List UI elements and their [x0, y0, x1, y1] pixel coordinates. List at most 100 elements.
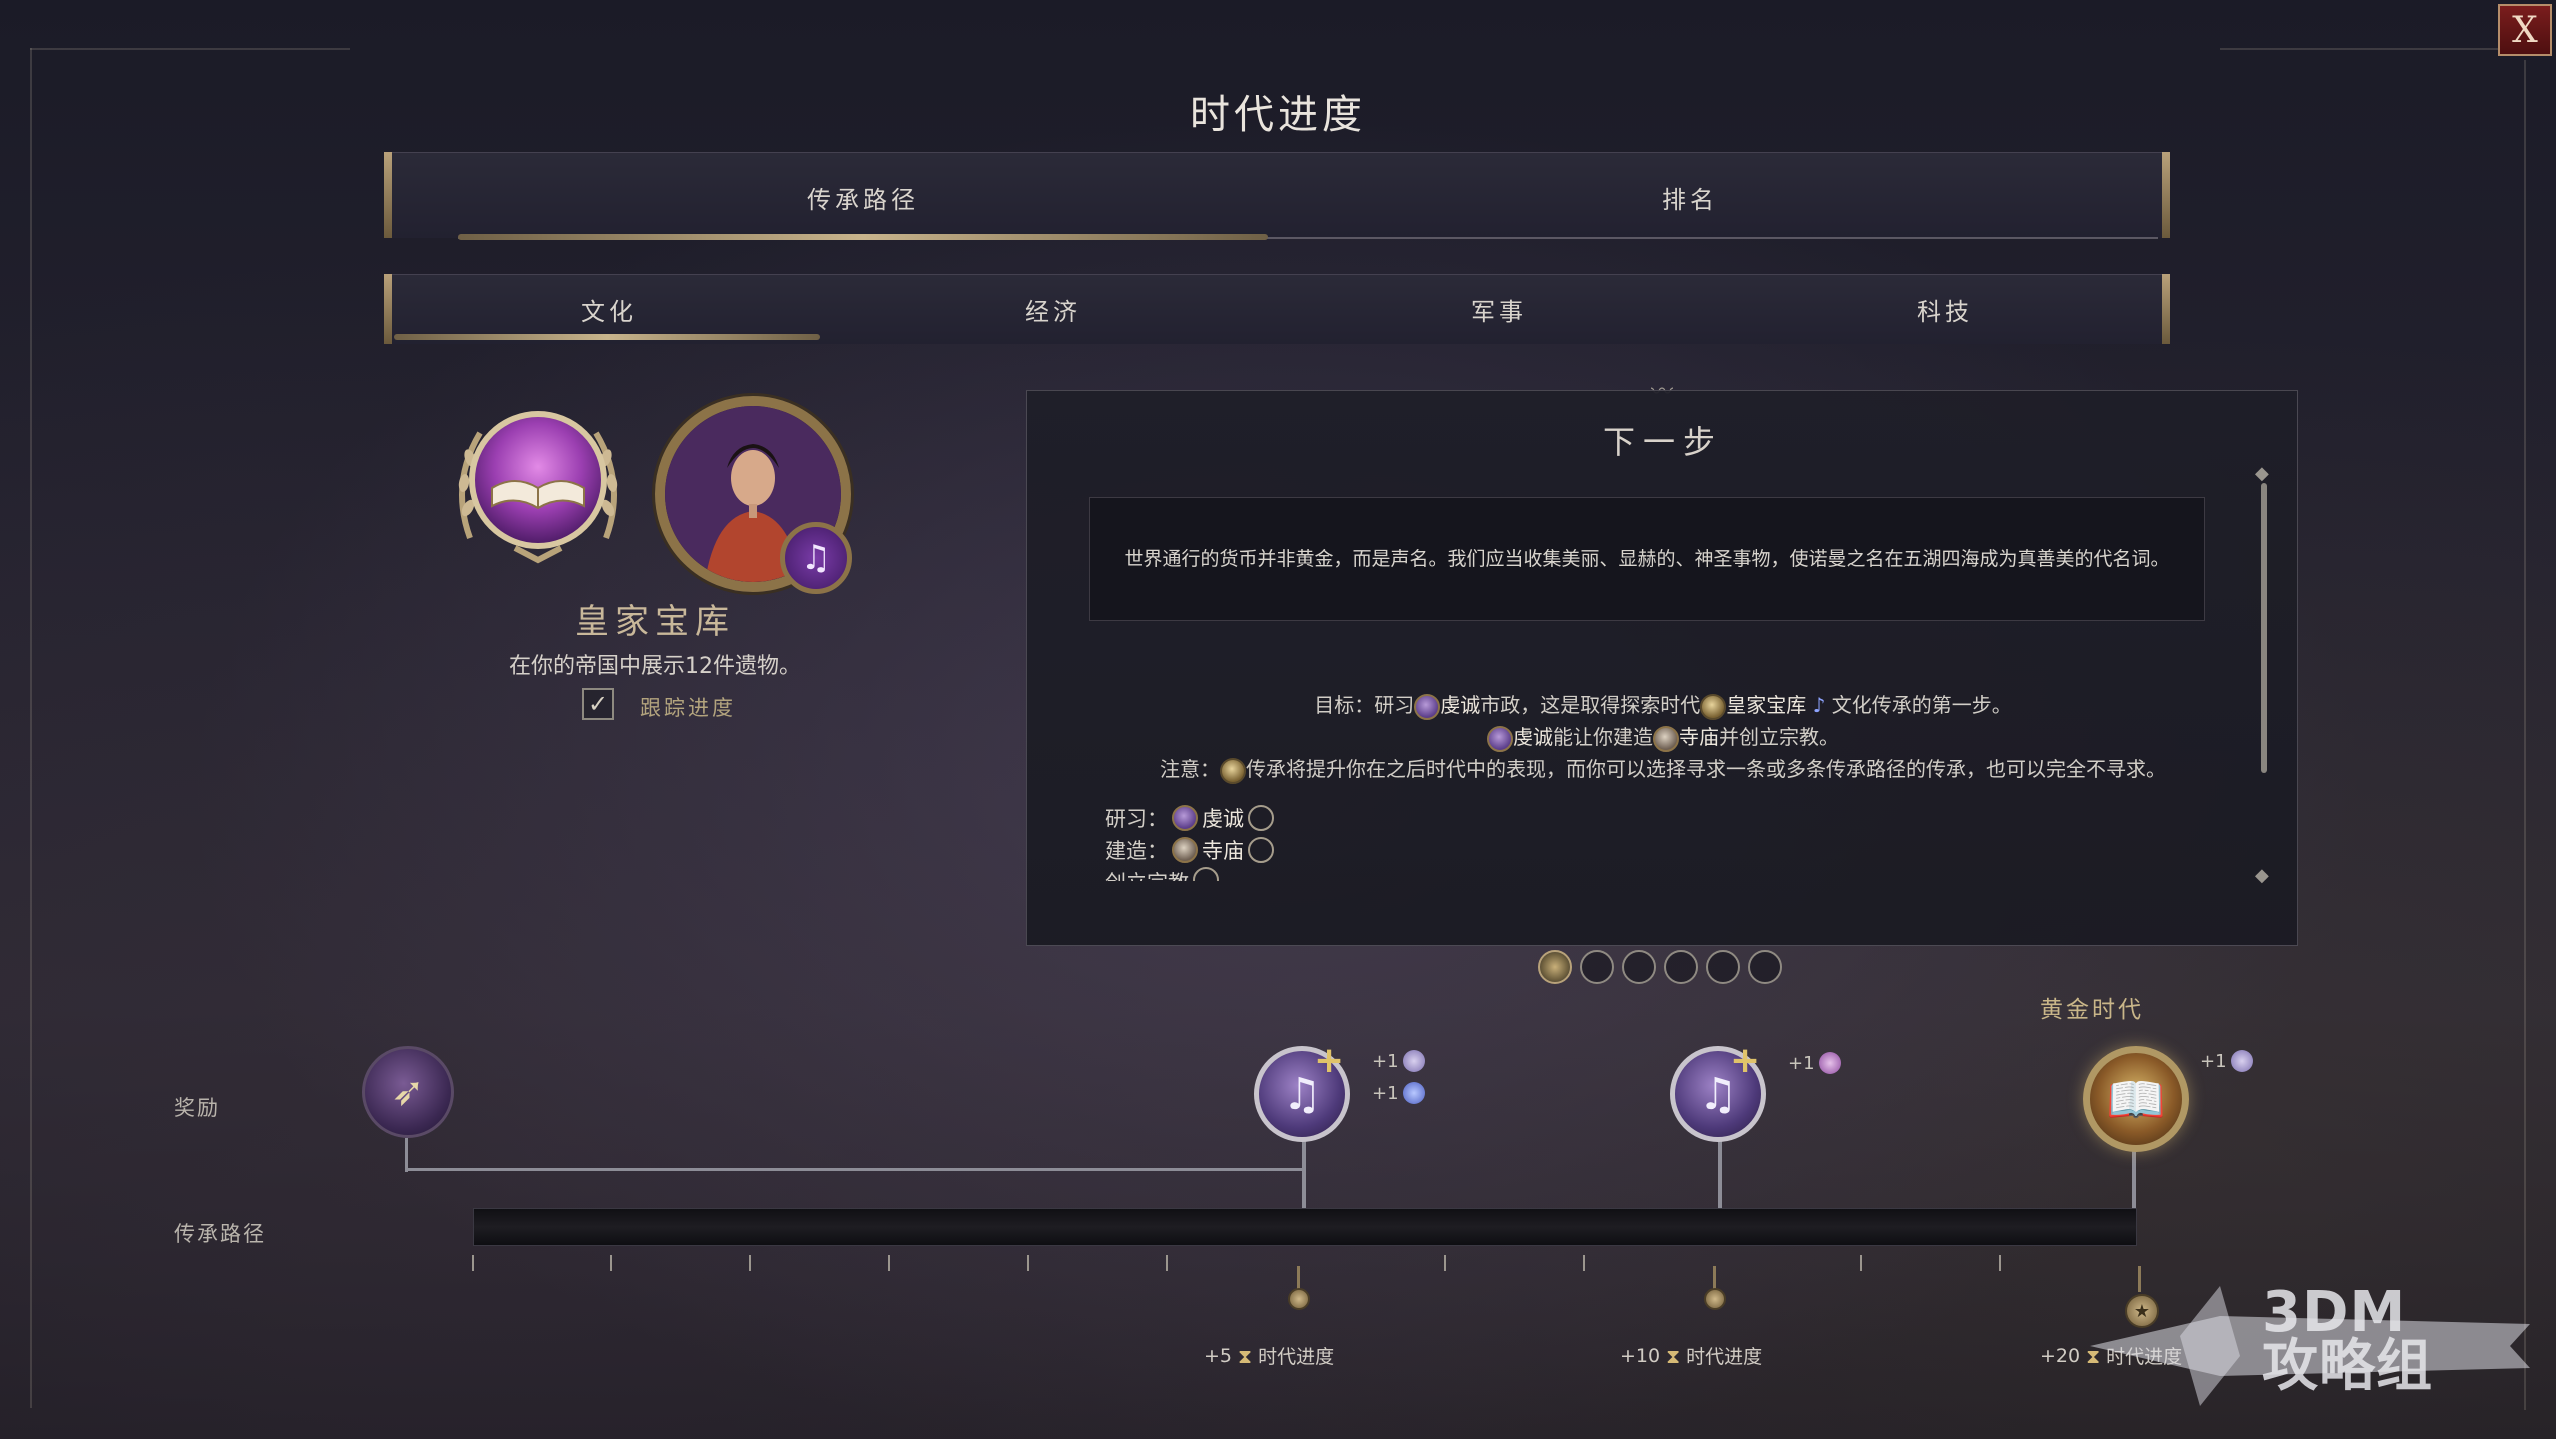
note-prefix: 注意： [1160, 757, 1220, 781]
tab-ranking[interactable]: 排名 [1280, 180, 2100, 215]
requirement-label: 建造： [1105, 839, 1168, 863]
track-progress-checkbox[interactable]: ✓ [582, 688, 614, 720]
open-book-icon: 📖 [2106, 1071, 2166, 1128]
music-icon [2230, 1050, 2253, 1072]
legacy-icon [1700, 693, 1727, 720]
dome-icon [1818, 1052, 1841, 1074]
hourglass-icon: ⧗ [1238, 1343, 1253, 1368]
milestone-2-pin [1704, 1288, 1726, 1310]
incomplete-ring-icon [1193, 867, 1219, 881]
milestone-1-bonus-2: +1 [1372, 1082, 1425, 1104]
progress-tick [610, 1255, 612, 1271]
milestone-2-bonus-1: +1 [1788, 1052, 1841, 1074]
progress-tick [888, 1255, 890, 1271]
music-icon [1402, 1050, 1425, 1072]
goal-line: 目标：研习 虔诚市政，这是取得探索时代 皇家宝库 ♪ 文化传承的第一步。 [1027, 689, 2299, 720]
page-dot-1[interactable] [1538, 950, 1572, 984]
start-reward-node[interactable]: ➶ [362, 1046, 454, 1138]
note-text: 传承将提升你在之后时代中的表现，而你可以选择寻求一条或多条传承路径的传承，也可以… [1246, 757, 2166, 781]
milestone-1-pin [1288, 1288, 1310, 1310]
requirement-found-religion: 创立宗教 [1105, 867, 1219, 881]
note-line: 注意： 传承将提升你在之后时代中的表现，而你可以选择寻求一条或多条传承路径的传承，… [1027, 753, 2299, 784]
main-tab-active-underline [458, 234, 1268, 240]
goal-suffix: 文化传承的第一步。 [1831, 693, 2012, 717]
temple-icon [1172, 837, 1198, 863]
frame-top-right [2220, 48, 2520, 50]
goal-legacy[interactable]: 皇家宝库 [1726, 693, 1806, 717]
legacy-icon [1220, 757, 1246, 784]
unlock-text-b: 并创立宗教。 [1719, 725, 1839, 749]
unlock-temple[interactable]: 寺庙 [1679, 725, 1719, 749]
category-tab-active-underline [394, 334, 820, 340]
milestone-2-age-progress: +10 ⧗ 时代进度 [1620, 1343, 1763, 1369]
milestone-2-connector [1718, 1140, 1722, 1208]
unlock-line: 虔诚能让你建造 寺庙并创立宗教。 [1027, 721, 2299, 752]
requirement-research: 研习： 虔诚 [1105, 803, 1274, 833]
tab-culture[interactable]: 文化 [394, 292, 824, 327]
plus-icon: + [1730, 1040, 1761, 1081]
track-progress-label[interactable]: 跟踪进度 [640, 692, 736, 722]
page-dot-4[interactable] [1664, 950, 1698, 984]
legacy-description: 在你的帝国中展示12件遗物。 [509, 654, 801, 679]
quote-box: 世界通行的货币并非黄金，而是声名。我们应当收集美丽、显赫的、神圣事物，使诺曼之名… [1089, 497, 2205, 621]
close-button[interactable]: X [2498, 4, 2552, 56]
goal-civic[interactable]: 虔诚 [1440, 693, 1480, 717]
open-book-icon [458, 411, 618, 564]
legacy-name: 皇家宝库 [575, 602, 735, 642]
requirement-item[interactable]: 寺庙 [1202, 835, 1244, 865]
requirement-item[interactable]: 虔诚 [1202, 803, 1244, 833]
milestone-1-connector [1302, 1140, 1306, 1208]
legacy-progress-bar [473, 1208, 2137, 1246]
feather-icon: ➶ [391, 1069, 425, 1115]
scrollbar[interactable] [2261, 483, 2267, 773]
tab-military[interactable]: 军事 [1284, 292, 1714, 327]
unlock-civic[interactable]: 虔诚 [1513, 725, 1553, 749]
skull-icon [1402, 1082, 1425, 1104]
tab-economy[interactable]: 经济 [838, 292, 1268, 327]
progress-tick [1999, 1255, 2001, 1271]
tab-legacy-path[interactable]: 传承路径 [458, 180, 1268, 215]
civic-icon [1414, 693, 1441, 720]
requirement-label: 创立宗教 [1105, 867, 1189, 881]
music-note-icon: ♪ [1812, 693, 1826, 717]
page-dot-6[interactable] [1748, 950, 1782, 984]
page-title: 时代进度 [1190, 92, 1366, 138]
golden-age-label: 黄金时代 [2040, 997, 2144, 1023]
frame-top-left [30, 48, 350, 50]
requirement-build: 建造： 寺庙 [1105, 835, 1274, 865]
legacy-emblem [440, 388, 636, 584]
temple-icon [1653, 725, 1679, 752]
quote-text: 世界通行的货币并非黄金，而是声名。我们应当收集美丽、显赫的、神圣事物，使诺曼之名… [1124, 548, 2170, 570]
main-tab-cap-right [2162, 152, 2170, 238]
goal-prefix: 目标：研习 [1314, 693, 1415, 717]
unlock-text-a: 能让你建造 [1553, 725, 1653, 749]
progress-tick [1860, 1255, 1862, 1271]
page-dot-5[interactable] [1706, 950, 1740, 984]
frame-right [2524, 60, 2526, 1410]
progress-tick [1027, 1255, 1029, 1271]
progress-tick [1444, 1255, 1446, 1271]
incomplete-ring-icon [1248, 837, 1274, 863]
reward-connector-vertical-start [405, 1138, 408, 1172]
requirement-label: 研习： [1105, 807, 1168, 831]
goal-mid: 市政，这是取得探索时代 [1480, 693, 1701, 717]
civic-icon [1487, 725, 1513, 752]
page-dot-2[interactable] [1580, 950, 1614, 984]
progress-tick [749, 1255, 751, 1271]
reward-connector-horizontal [405, 1168, 1305, 1171]
page-dot-3[interactable] [1622, 950, 1656, 984]
milestone-1-age-progress: +5 ⧗ 时代进度 [1204, 1343, 1335, 1369]
golden-age-node[interactable]: 📖 [2083, 1046, 2189, 1152]
scroll-down-icon[interactable]: ◆ [2255, 865, 2269, 886]
milestone-1-bonus-1: +1 [1372, 1050, 1425, 1072]
main-tab-cap-left [384, 152, 392, 238]
watermark-text: 3DM 攻略组 [2262, 1280, 2433, 1399]
tab-science[interactable]: 科技 [1730, 292, 2160, 327]
next-step-panel: 下一步 世界通行的货币并非黄金，而是声名。我们应当收集美丽、显赫的、神圣事物，使… [1026, 390, 2298, 946]
progress-tick [472, 1255, 474, 1271]
civic-icon [1172, 805, 1198, 831]
next-step-title: 下一步 [1602, 423, 1723, 461]
plus-icon: + [1314, 1040, 1345, 1081]
frame-left [30, 48, 32, 1408]
scroll-up-icon[interactable]: ◆ [2255, 463, 2269, 484]
